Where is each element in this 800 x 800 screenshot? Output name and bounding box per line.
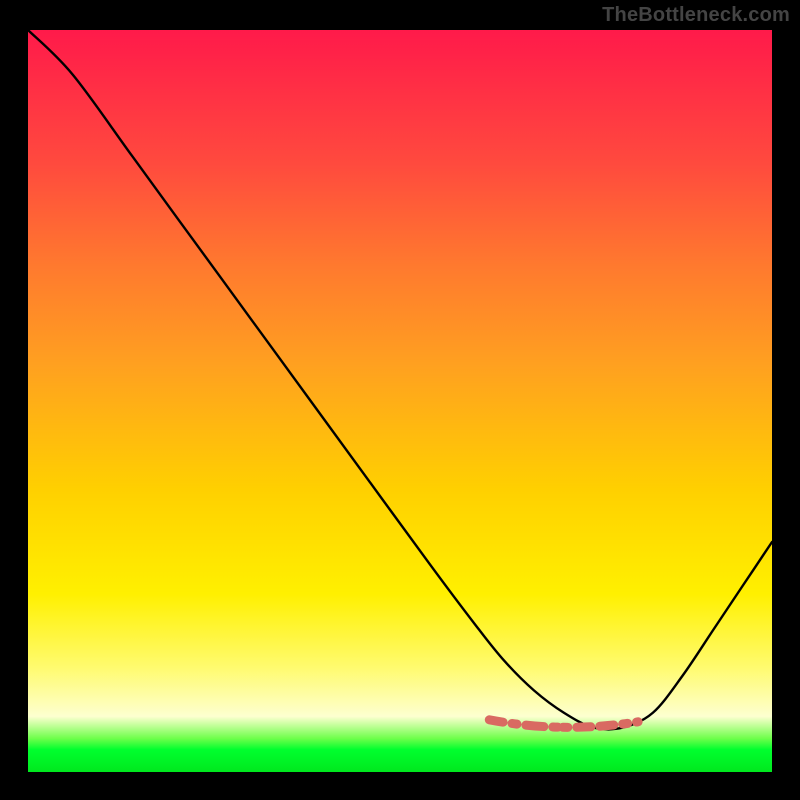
bottleneck-curve [28,30,772,729]
chart-overlay [28,30,772,772]
optimal-range-marker [489,720,638,728]
watermark-text: TheBottleneck.com [602,4,790,27]
chart-frame: TheBottleneck.com [0,0,800,800]
plot-area [28,30,772,772]
